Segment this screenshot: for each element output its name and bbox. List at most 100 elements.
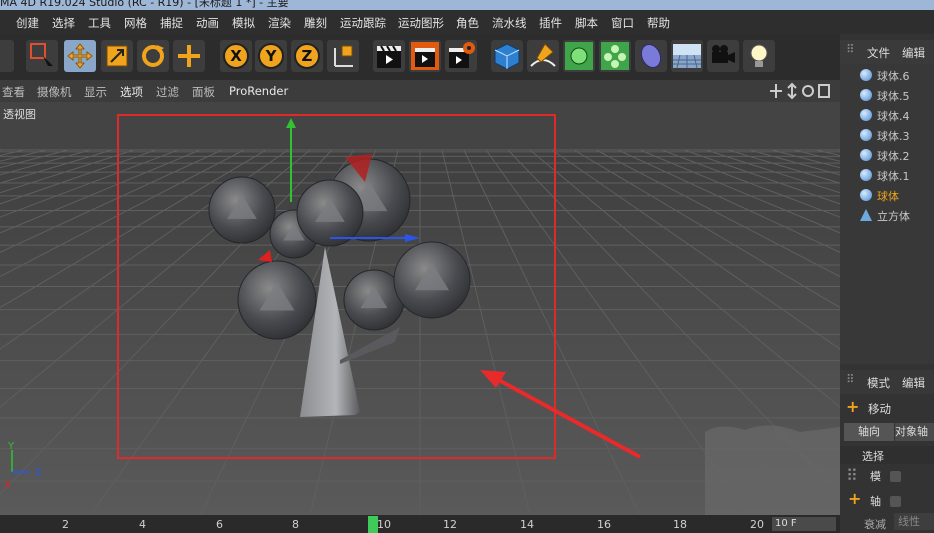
menu-item-script[interactable]: 脚本: [575, 15, 598, 31]
light-button[interactable]: [743, 40, 775, 72]
tool-name: 移动: [868, 402, 891, 416]
falloff-row: 衰减 线性: [840, 513, 934, 533]
menu-item-render[interactable]: 渲染: [268, 15, 291, 31]
corner-axis-y-label: Y: [7, 441, 15, 452]
clapper-icon: [377, 45, 401, 68]
render-picture-viewer-button[interactable]: [409, 40, 441, 72]
floor-icon: [673, 44, 701, 69]
menu-item-tools[interactable]: 工具: [88, 15, 111, 31]
rotate-icon: [142, 45, 164, 67]
object-item[interactable]: 球体: [852, 186, 934, 206]
scale-tool-button[interactable]: [101, 40, 133, 72]
grip-icon: ⠿: [846, 42, 855, 56]
timeline-tick: 18: [673, 518, 687, 531]
timeline-playhead[interactable]: [368, 516, 378, 533]
y-axis-letter: Y: [265, 47, 278, 65]
viewport-menu-panel[interactable]: 面板: [192, 84, 215, 100]
live-selection-button[interactable]: [26, 40, 58, 72]
tab-mode[interactable]: 模式: [867, 375, 890, 391]
object-item-label: 球体.1: [877, 170, 910, 183]
move-tool-icon: +: [846, 397, 860, 416]
subdivision-surface-button[interactable]: [563, 40, 595, 72]
frame-field[interactable]: 10 F: [772, 517, 836, 531]
coordinate-icon: [334, 45, 353, 67]
move-tool-button[interactable]: [64, 40, 96, 72]
object-item[interactable]: 立方体: [852, 206, 934, 226]
camera-button[interactable]: [707, 40, 739, 72]
menu-item-plugins[interactable]: 插件: [539, 15, 562, 31]
cloner-icon: [601, 42, 629, 70]
timeline-tick: 20: [750, 518, 764, 531]
object-item-label: 球体: [877, 190, 899, 203]
object-item[interactable]: 球体.3: [852, 126, 934, 146]
menu-item-help[interactable]: 帮助: [647, 15, 670, 31]
render-settings-button[interactable]: [445, 40, 477, 72]
x-axis-button[interactable]: X: [220, 40, 252, 72]
menu-item-animate[interactable]: 动画: [196, 15, 219, 31]
axis-checkbox[interactable]: [890, 496, 901, 507]
coordinate-system-button[interactable]: [327, 40, 359, 72]
sphere-icon: [860, 109, 872, 121]
floor-button[interactable]: [671, 40, 703, 72]
axis-button[interactable]: 轴向: [844, 423, 894, 441]
viewport-menu-display[interactable]: 显示: [84, 84, 107, 100]
y-axis-button[interactable]: Y: [255, 40, 287, 72]
menu-item-sculpt[interactable]: 雕刻: [304, 15, 327, 31]
spline-pen-button[interactable]: [527, 40, 559, 72]
light-bulb-icon: [750, 44, 768, 67]
rotate-tool-button[interactable]: [137, 40, 169, 72]
sphere-icon: [860, 89, 872, 101]
viewport[interactable]: Y Z X: [0, 102, 840, 515]
deformer-icon: [640, 43, 662, 69]
menu-item-mesh[interactable]: 网格: [124, 15, 147, 31]
selection-icon: [30, 43, 53, 66]
viewport-menu-camera[interactable]: 摄像机: [37, 84, 72, 100]
viewport-menu-view[interactable]: 查看: [2, 84, 25, 100]
cube-object-button[interactable]: [491, 40, 523, 72]
viewport-menu-options[interactable]: 选项: [120, 84, 143, 100]
timeline-tick: 10: [377, 518, 391, 531]
menu-item-select[interactable]: 选择: [52, 15, 75, 31]
move-tool-row: + 移动: [840, 397, 934, 418]
undo-button[interactable]: [0, 40, 14, 72]
menu-item-simulate[interactable]: 模拟: [232, 15, 255, 31]
tab-attr-edit[interactable]: 编辑: [902, 375, 925, 391]
tab-file[interactable]: 文件: [867, 45, 890, 61]
deformer-button[interactable]: [635, 40, 667, 72]
model-checkbox[interactable]: [890, 471, 901, 482]
menu-item-create[interactable]: 创建: [16, 15, 39, 31]
menu-item-mograph[interactable]: 运动图形: [398, 15, 444, 31]
timeline-tick: 6: [216, 518, 223, 531]
pen-icon: [530, 43, 556, 67]
menu-item-motion-tracking[interactable]: 运动跟踪: [340, 15, 386, 31]
object-item[interactable]: 球体.6: [852, 66, 934, 86]
object-item[interactable]: 球体.2: [852, 146, 934, 166]
viewport-menu-prorender[interactable]: ProRender: [229, 84, 288, 98]
render-view-button[interactable]: [373, 40, 405, 72]
menu-item-character[interactable]: 角色: [456, 15, 479, 31]
menu-item-window[interactable]: 窗口: [611, 15, 634, 31]
menu-item-pipeline[interactable]: 流水线: [492, 15, 527, 31]
tab-edit[interactable]: 编辑: [902, 45, 925, 61]
object-axis-button[interactable]: 对象轴: [895, 423, 934, 441]
viewport-canvas[interactable]: Y Z X: [0, 102, 840, 515]
x-axis-icon: X: [223, 43, 249, 69]
linear-field[interactable]: 线性: [894, 513, 934, 530]
viewport-nav-icons[interactable]: [770, 82, 830, 100]
x-axis-letter: X: [230, 47, 242, 65]
transform-tool-button[interactable]: [173, 40, 205, 72]
menu-item-snap[interactable]: 捕捉: [160, 15, 183, 31]
timeline[interactable]: 2 4 6 8 10 12 14 16 18 20 10 F: [0, 515, 840, 533]
object-item[interactable]: 球体.4: [852, 106, 934, 126]
cloner-button[interactable]: [599, 40, 631, 72]
z-axis-button[interactable]: Z: [291, 40, 323, 72]
object-item[interactable]: 球体.1: [852, 166, 934, 186]
object-manager-header: ⠿ 文件 编辑: [840, 40, 934, 64]
corner-axis-x-label: X: [4, 480, 11, 491]
viewport-menu: 查看 摄像机 显示 选项 过滤 面板 ProRender: [0, 80, 840, 102]
sphere-icon: [860, 69, 872, 81]
viewport-menu-filter[interactable]: 过滤: [156, 84, 179, 100]
window-title: MA 4D R19.024 Studio (RC - R19) - [未标题 1…: [0, 0, 934, 10]
watermark-cloud: [705, 425, 840, 515]
object-item[interactable]: 球体.5: [852, 86, 934, 106]
